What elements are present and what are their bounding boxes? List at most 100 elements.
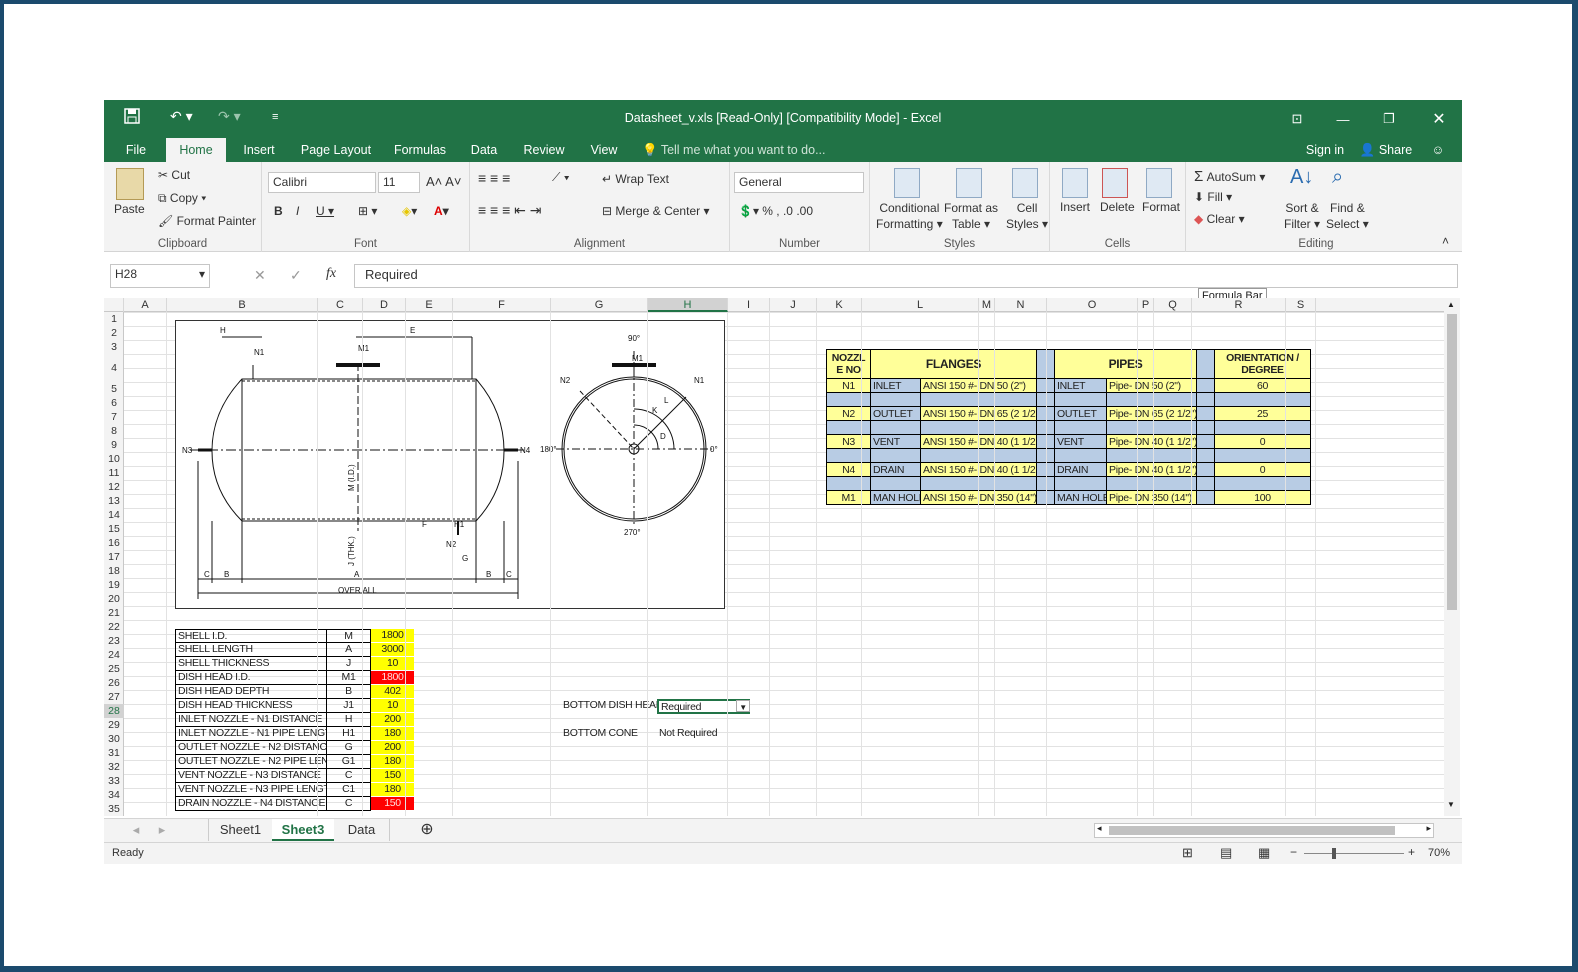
sort-filter-icon[interactable]: A↓: [1290, 166, 1313, 189]
nozzle-cell-deg[interactable]: 60: [1214, 378, 1311, 393]
dimension-code[interactable]: G1: [326, 755, 371, 769]
column-header[interactable]: G: [551, 298, 648, 312]
normal-view-icon[interactable]: ⊞: [1182, 845, 1193, 861]
column-header[interactable]: E: [406, 298, 453, 312]
row-header[interactable]: 27: [104, 690, 124, 704]
nozzle-cell-deg[interactable]: 25: [1214, 406, 1311, 421]
grow-font-icon[interactable]: A˄ A˅: [426, 174, 461, 189]
formula-input[interactable]: Required: [354, 264, 1458, 288]
scroll-up-icon[interactable]: ▲: [1447, 300, 1455, 309]
dimension-code[interactable]: J1: [326, 699, 371, 713]
dimension-name[interactable]: INLET NOZZLE - N1 PIPE LENGTH: [175, 727, 327, 741]
share-button[interactable]: 👤 Share: [1356, 138, 1416, 162]
dimension-code[interactable]: C: [326, 769, 371, 783]
column-header[interactable]: N: [995, 298, 1047, 312]
collapse-ribbon-icon[interactable]: ˄: [1442, 234, 1449, 248]
row-header[interactable]: 8: [104, 424, 124, 438]
row-header[interactable]: 10: [104, 452, 124, 466]
dimension-name[interactable]: SHELL I.D.: [175, 629, 327, 643]
nozzle-cell-no[interactable]: N3: [826, 434, 871, 449]
dimension-name[interactable]: SHELL THICKNESS: [175, 657, 327, 671]
row-header[interactable]: 17: [104, 550, 124, 564]
dimension-value[interactable]: 180: [371, 727, 414, 741]
dimension-name[interactable]: VENT NOZZLE - N3 DISTANCE: [175, 769, 327, 783]
row-header[interactable]: 21: [104, 606, 124, 620]
close-button[interactable]: ✕: [1416, 100, 1462, 138]
currency-icon[interactable]: 💲▾ % , .0 .00: [738, 204, 813, 218]
cell-styles-button[interactable]: Cell Styles ▾: [1006, 200, 1048, 232]
bold-button[interactable]: B: [274, 204, 283, 218]
wrap-text-button[interactable]: ↵ Wrap Text: [602, 172, 669, 186]
vessel-drawing[interactable]: H E N1 M1 N3 N4 N2 F H1 G C B A B C OVER…: [175, 320, 725, 609]
page-break-view-icon[interactable]: ▦: [1258, 845, 1270, 861]
nozzle-cell-deg[interactable]: 0: [1214, 434, 1311, 449]
column-header[interactable]: J: [770, 298, 817, 312]
row-header[interactable]: 33: [104, 774, 124, 788]
nozzle-cell-ftype[interactable]: VENT: [870, 434, 921, 449]
number-format-select[interactable]: General: [734, 172, 864, 193]
nozzle-cell-ftype[interactable]: INLET: [870, 378, 921, 393]
dimension-value[interactable]: 200: [371, 741, 414, 755]
page-layout-view-icon[interactable]: ▤: [1220, 845, 1232, 861]
dimension-value[interactable]: 402: [371, 685, 414, 699]
row-header[interactable]: 12: [104, 480, 124, 494]
nozzle-cell-pipe[interactable]: Pipe- DN 65 (2 1/2"): [1106, 406, 1197, 421]
nozzle-cell-deg[interactable]: 0: [1214, 462, 1311, 477]
row-header[interactable]: 4: [104, 354, 124, 382]
format-as-table-icon[interactable]: [956, 168, 982, 198]
font-size-select[interactable]: 11: [378, 172, 420, 193]
align-top-icon[interactable]: ≡ ≡ ≡: [478, 170, 510, 186]
dimension-value[interactable]: 1800: [371, 671, 414, 685]
enter-icon[interactable]: ✓: [290, 267, 302, 284]
insert-function-icon[interactable]: fx: [326, 266, 336, 282]
dimension-name[interactable]: OUTLET NOZZLE - N2 PIPE LENGTH: [175, 755, 327, 769]
find-select-icon[interactable]: ⌕: [1332, 166, 1343, 189]
format-painter-button[interactable]: 🖌 Format Painter: [158, 214, 256, 228]
column-header[interactable]: C: [318, 298, 363, 312]
bottom-cone-value[interactable]: Not Required: [657, 727, 750, 741]
orientation-icon[interactable]: ⟋ ▾: [552, 170, 570, 185]
dimension-code[interactable]: H: [326, 713, 371, 727]
dimension-value[interactable]: 200: [371, 713, 414, 727]
dimension-code[interactable]: G: [326, 741, 371, 755]
nozzle-cell-no[interactable]: N4: [826, 462, 871, 477]
column-header[interactable]: L: [862, 298, 979, 312]
nozzle-cell-ptype[interactable]: DRAIN: [1054, 462, 1107, 477]
row-header[interactable]: 25: [104, 662, 124, 676]
dimension-code[interactable]: H1: [326, 727, 371, 741]
sort-filter-button[interactable]: Sort & Filter ▾: [1284, 200, 1320, 232]
row-header[interactable]: 14: [104, 508, 124, 522]
find-select-button[interactable]: Find & Select ▾: [1326, 200, 1369, 232]
column-header[interactable]: H: [648, 298, 728, 312]
nozzle-cell-pipe[interactable]: Pipe- DN 40 (1 1/2"): [1106, 462, 1197, 477]
row-header[interactable]: 16: [104, 536, 124, 550]
tell-me-box[interactable]: 💡 Tell me what you want to do...: [642, 138, 842, 162]
row-header[interactable]: 24: [104, 648, 124, 662]
row-header[interactable]: 7: [104, 410, 124, 424]
add-sheet-icon[interactable]: ⊕: [416, 819, 438, 841]
column-header[interactable]: M: [979, 298, 995, 312]
dimension-name[interactable]: DISH HEAD DEPTH: [175, 685, 327, 699]
column-header[interactable]: O: [1047, 298, 1138, 312]
dimension-value[interactable]: 10: [371, 657, 414, 671]
column-header[interactable]: S: [1286, 298, 1316, 312]
tab-view[interactable]: View: [580, 138, 628, 162]
zoom-slider[interactable]: [1304, 853, 1404, 854]
column-header[interactable]: D: [363, 298, 406, 312]
row-header[interactable]: 26: [104, 676, 124, 690]
align-left-icon[interactable]: ≡ ≡ ≡ ⇤ ⇥: [478, 202, 542, 219]
nozzle-cell-ptype[interactable]: VENT: [1054, 434, 1107, 449]
row-header[interactable]: 23: [104, 634, 124, 648]
dimension-code[interactable]: C1: [326, 783, 371, 797]
row-header[interactable]: 34: [104, 788, 124, 802]
underline-button[interactable]: U ▾: [316, 204, 334, 218]
nozzle-cell-pipe[interactable]: Pipe- DN 50 (2"): [1106, 378, 1197, 393]
spacer[interactable]: [1196, 378, 1215, 393]
tab-insert[interactable]: Insert: [232, 138, 286, 162]
column-header[interactable]: I: [728, 298, 770, 312]
sign-in-link[interactable]: Sign in: [1300, 138, 1350, 162]
row-header[interactable]: 30: [104, 732, 124, 746]
cancel-icon[interactable]: ✕: [254, 267, 266, 284]
dimension-name[interactable]: OUTLET NOZZLE - N2 DISTANCE: [175, 741, 327, 755]
borders-icon[interactable]: ⊞ ▾: [358, 204, 377, 218]
